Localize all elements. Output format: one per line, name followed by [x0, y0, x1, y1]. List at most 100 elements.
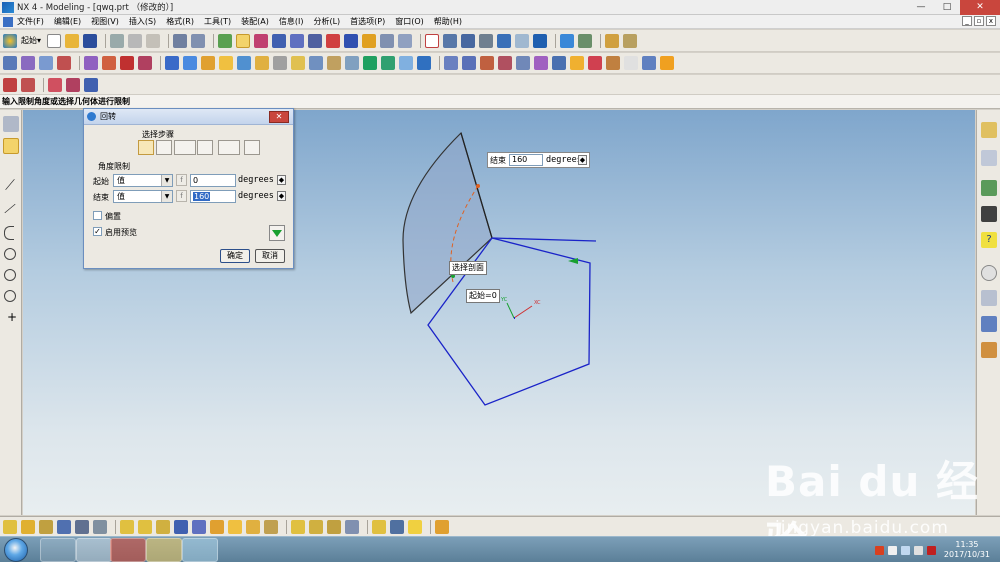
- profile-active-icon[interactable]: [3, 138, 19, 154]
- curve-active-icon[interactable]: [236, 33, 251, 48]
- through-curves-icon[interactable]: [462, 56, 476, 70]
- point-icon[interactable]: [290, 33, 305, 48]
- input-method-icon[interactable]: [874, 545, 884, 555]
- subtract-icon[interactable]: [255, 56, 269, 70]
- mirror-icon[interactable]: [381, 56, 395, 70]
- extrude-icon[interactable]: [21, 56, 35, 70]
- snap-endpoint-icon[interactable]: [3, 519, 17, 534]
- point-tool-icon[interactable]: +: [4, 311, 20, 327]
- sketch-icon[interactable]: [218, 33, 233, 48]
- doc-close-button[interactable]: x: [986, 16, 996, 26]
- taskbar-app-powerpoint[interactable]: [110, 538, 146, 562]
- offset-surface-icon[interactable]: [516, 56, 530, 70]
- datum-csys-icon[interactable]: [272, 33, 287, 48]
- system-materials-icon[interactable]: [981, 290, 997, 306]
- spline-icon[interactable]: [254, 33, 269, 48]
- end-handle-input[interactable]: 160: [509, 154, 543, 166]
- menu-help[interactable]: 帮助(H): [434, 16, 462, 27]
- help-icon[interactable]: ?: [981, 232, 997, 248]
- end-handle-menu-button[interactable]: ◆: [578, 155, 587, 165]
- snap-center-icon[interactable]: [75, 519, 89, 534]
- surface-icon[interactable]: [444, 56, 458, 70]
- point-step-button[interactable]: [197, 140, 213, 155]
- snap-parallel-icon[interactable]: [210, 519, 224, 534]
- zoom-window-icon[interactable]: [443, 33, 458, 48]
- edit-curve-icon[interactable]: [84, 77, 98, 92]
- cylinder-icon[interactable]: [183, 56, 197, 70]
- move-face-icon[interactable]: [642, 56, 656, 70]
- block-icon[interactable]: [165, 56, 179, 70]
- open-folder-icon[interactable]: [65, 33, 80, 48]
- taskbar-app-nx[interactable]: [76, 538, 112, 562]
- draft-icon[interactable]: [345, 56, 359, 70]
- menu-view[interactable]: 视图(V): [91, 16, 119, 27]
- tray-icon[interactable]: [887, 545, 897, 555]
- join-icon[interactable]: [398, 33, 413, 48]
- menu-assemblies[interactable]: 装配(A): [241, 16, 269, 27]
- snap-bounded-icon[interactable]: [228, 519, 242, 534]
- unite-icon[interactable]: [237, 56, 251, 70]
- section-step-button[interactable]: [138, 140, 154, 155]
- taskbar-app-explorer[interactable]: [146, 538, 182, 562]
- start-angle-menu-button[interactable]: ◆: [277, 175, 286, 185]
- offset-curve-icon[interactable]: [362, 33, 377, 48]
- analysis-icon[interactable]: [623, 33, 638, 48]
- filter-body-icon[interactable]: [309, 519, 323, 534]
- shading-icon[interactable]: [533, 33, 548, 48]
- cone-icon[interactable]: [201, 56, 215, 70]
- close-button[interactable]: ✕: [960, 0, 1000, 15]
- snap-on-face-icon[interactable]: [156, 519, 170, 534]
- filter-feature-icon[interactable]: [291, 519, 305, 534]
- end-formula-button[interactable]: f: [176, 190, 187, 202]
- snap-perpendicular-icon[interactable]: [192, 519, 206, 534]
- boolean-step-button[interactable]: [218, 140, 240, 155]
- minimize-button[interactable]: —: [908, 0, 934, 15]
- constraint-icon[interactable]: [326, 33, 341, 48]
- assembly-navigator-icon[interactable]: [981, 122, 997, 138]
- snap-existing-icon[interactable]: [120, 519, 134, 534]
- pan-icon[interactable]: [479, 33, 494, 48]
- network-icon[interactable]: [900, 545, 910, 555]
- end-type-select[interactable]: 值 ▼: [113, 190, 173, 203]
- show-result-button[interactable]: [269, 225, 285, 241]
- edge-blend-icon[interactable]: [291, 56, 305, 70]
- render-style-icon[interactable]: [560, 33, 575, 48]
- end-angle-input[interactable]: 160: [190, 190, 236, 203]
- end-angle-handle[interactable]: 结束 160 degrees ◆: [487, 152, 590, 168]
- snap-tangent-icon[interactable]: [174, 519, 188, 534]
- start-formula-button[interactable]: f: [176, 174, 187, 186]
- feature-icon[interactable]: [3, 56, 17, 70]
- quick-pick-icon[interactable]: [435, 519, 449, 534]
- save-icon[interactable]: [83, 33, 98, 48]
- security-icon[interactable]: [926, 545, 936, 555]
- pattern-icon[interactable]: [363, 56, 377, 70]
- trim-body-icon[interactable]: [399, 56, 413, 70]
- snap-arc-icon[interactable]: [246, 519, 260, 534]
- app-menu-icon[interactable]: [3, 16, 13, 27]
- selection-filter-icon[interactable]: [191, 33, 206, 48]
- replace-face-icon[interactable]: [624, 56, 638, 70]
- swept-surface-icon[interactable]: [480, 56, 494, 70]
- menu-file[interactable]: 文件(F): [17, 16, 44, 27]
- rotate-icon[interactable]: [497, 33, 512, 48]
- view-triad-icon[interactable]: [372, 519, 386, 534]
- thicken-icon[interactable]: [552, 56, 566, 70]
- start-button[interactable]: 起始 ▾: [3, 33, 41, 48]
- axis-step-button[interactable]: [156, 140, 172, 155]
- arc-icon[interactable]: [21, 77, 35, 92]
- plane-icon[interactable]: [308, 33, 323, 48]
- pocket-icon[interactable]: [120, 56, 134, 70]
- snap-intersection-icon[interactable]: [57, 519, 71, 534]
- dialog-close-button[interactable]: ✕: [269, 111, 289, 123]
- copy-icon[interactable]: [128, 33, 143, 48]
- line2-tool-icon[interactable]: [4, 203, 16, 214]
- start-angle-handle[interactable]: 起始=0: [466, 289, 500, 303]
- cancel-button[interactable]: 取消: [255, 249, 285, 263]
- menu-information[interactable]: 信息(I): [279, 16, 304, 27]
- end-handle-point[interactable]: [476, 184, 480, 188]
- offset-checkbox[interactable]: [93, 211, 102, 220]
- doc-minimize-button[interactable]: _: [962, 16, 972, 26]
- web-browser-icon[interactable]: [981, 180, 997, 196]
- vector-step-button[interactable]: [174, 140, 196, 155]
- filter-edge-icon[interactable]: [345, 519, 359, 534]
